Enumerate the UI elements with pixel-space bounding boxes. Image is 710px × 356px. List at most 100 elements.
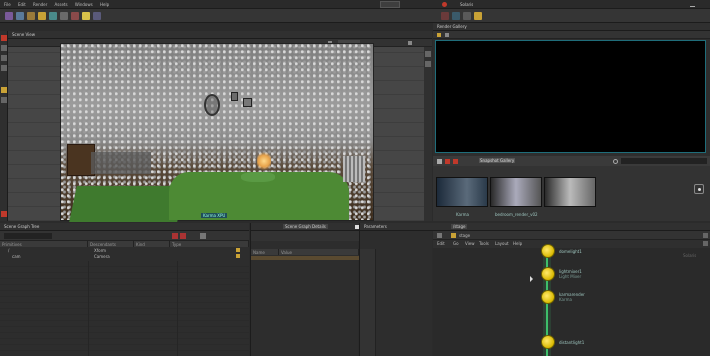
snapshot-thumb-3[interactable] [544,177,596,207]
shelf-right-1-icon[interactable] [441,12,449,20]
modify-tool-icon[interactable] [16,12,24,20]
col-kind[interactable]: Kind [134,241,170,247]
net-menu-tools[interactable]: Tools [479,241,489,246]
menu-windows[interactable]: Windows [75,2,93,7]
sg-red-icon-2[interactable] [180,233,186,239]
details-toolbar [251,225,359,241]
render-status-badge: Karma XPU [201,213,228,218]
params-tab[interactable]: Parameters [364,224,387,229]
shelf-tools [2,10,104,22]
scene-graph-header: Primitives Descendants Kind Type [0,241,249,247]
render-view-tab[interactable]: Render Gallery [437,24,467,29]
net-menu-layout[interactable]: Layout [495,241,509,246]
light-tool-icon[interactable] [1,87,7,93]
record-icon[interactable] [442,2,447,7]
select-tool-icon[interactable] [1,35,7,41]
shelf-right-2-icon[interactable] [452,12,460,20]
col-descendants[interactable]: Descendants [88,241,134,247]
light-bulb-tool-icon[interactable] [82,12,90,20]
pillow [241,172,275,182]
details-tab[interactable]: Scene Graph Details [283,224,328,229]
row-type: Camera [94,254,110,259]
picture-frame-1 [231,92,238,101]
geo-tool-icon[interactable] [71,12,79,20]
net-menu-help[interactable]: Help [513,241,522,246]
net-menu-go[interactable]: Go [453,241,459,246]
network-pane-icon[interactable] [703,233,708,238]
left-toolbar [0,31,8,221]
scene-graph-tab[interactable]: Scene Graph Tree [4,224,39,229]
network-tab[interactable]: /stage [451,224,468,229]
gallery-next-icon[interactable] [694,184,704,194]
render-image[interactable]: Karma XPU [60,43,374,222]
sg-filter-input[interactable] [4,233,52,239]
viewport-tab[interactable]: Scene View [12,32,35,37]
network-pane-icon[interactable] [703,241,708,246]
handle-tool-icon[interactable] [1,211,7,217]
sg-visibility-icon[interactable] [236,248,240,252]
sphere-tool-icon[interactable] [93,12,101,20]
params-pane: Parameters [359,223,433,356]
sg-red-icon[interactable] [172,233,178,239]
model-tool-icon[interactable] [27,12,35,20]
toggle-icon[interactable] [425,51,431,57]
menu-render[interactable]: Render [33,2,47,7]
sg-visibility-icon[interactable] [236,254,240,258]
render-stop-icon[interactable] [445,33,449,37]
minimize-icon[interactable] [690,2,695,7]
scale-tool-icon[interactable] [1,65,7,71]
net-menu-edit[interactable]: Edit [437,241,445,246]
snapshot-thumb-2[interactable] [490,177,542,207]
pin-icon[interactable] [408,41,412,45]
net-menu-view[interactable]: View [465,241,475,246]
render-play-icon[interactable] [437,33,441,37]
col-type[interactable]: Type [170,241,249,247]
camera-view-icon[interactable] [1,97,7,103]
lights-tool-icon[interactable] [38,12,46,20]
network-folder-icon[interactable] [451,233,456,238]
col-primitives[interactable]: Primitives [0,241,88,247]
camera-tool-icon[interactable] [60,12,68,20]
menu-file[interactable]: File [4,2,11,7]
render-tool-icon[interactable] [49,12,57,20]
render-view-pane: Render Gallery [433,23,710,156]
move-tool-icon[interactable] [1,45,7,51]
network-back-icon[interactable] [437,233,442,238]
desktop-switcher[interactable] [380,1,400,8]
details-highlight-row[interactable] [251,256,359,260]
network-side-icons [703,233,709,263]
gallery-red-icon-2[interactable] [453,159,458,164]
network-path[interactable]: stage [459,233,470,238]
gallery-snap-icon[interactable] [437,159,442,164]
menu-help[interactable]: Help [100,2,109,7]
menu-items: File Edit Render Assets Windows Help [4,2,115,7]
sg-options-icon[interactable] [200,233,206,239]
gallery-red-icon[interactable] [445,159,450,164]
table-row[interactable]: cam Camera [0,254,249,260]
gallery-title[interactable]: Snapshot Gallery [479,158,515,163]
network-node[interactable]: karmarender Karma [541,290,585,304]
rotate-tool-icon[interactable] [1,55,7,61]
details-pane: Scene Graph Details Name Value [250,223,359,356]
col-value[interactable]: Value [279,249,359,255]
network-context-badge: Solaris [683,253,697,258]
menu-assets[interactable]: Assets [55,2,68,7]
col-name[interactable]: Name [251,249,279,255]
workspace-label[interactable]: Solaris [460,2,473,7]
light-bulb-icon [541,335,555,349]
create-tool-icon[interactable] [5,12,13,20]
render-output[interactable] [435,40,706,153]
toggle-icon-2[interactable] [425,61,431,67]
light-bulb-icon [541,267,555,281]
viewport-tab-bar: Scene View [8,31,432,39]
gallery-search-input[interactable] [621,158,707,164]
network-node[interactable]: lightmixer1 Light Mixer [541,267,582,281]
snapshot-thumb-1[interactable] [436,177,488,207]
gallery-search-icon[interactable] [613,159,618,164]
network-node[interactable]: distantlight1 [541,335,584,349]
details-header: Name Value [251,249,359,255]
shelf-right-4-icon[interactable] [474,12,482,20]
network-node[interactable]: domelight1 [541,244,582,258]
menu-edit[interactable]: Edit [18,2,26,7]
shelf-right-3-icon[interactable] [463,12,471,20]
